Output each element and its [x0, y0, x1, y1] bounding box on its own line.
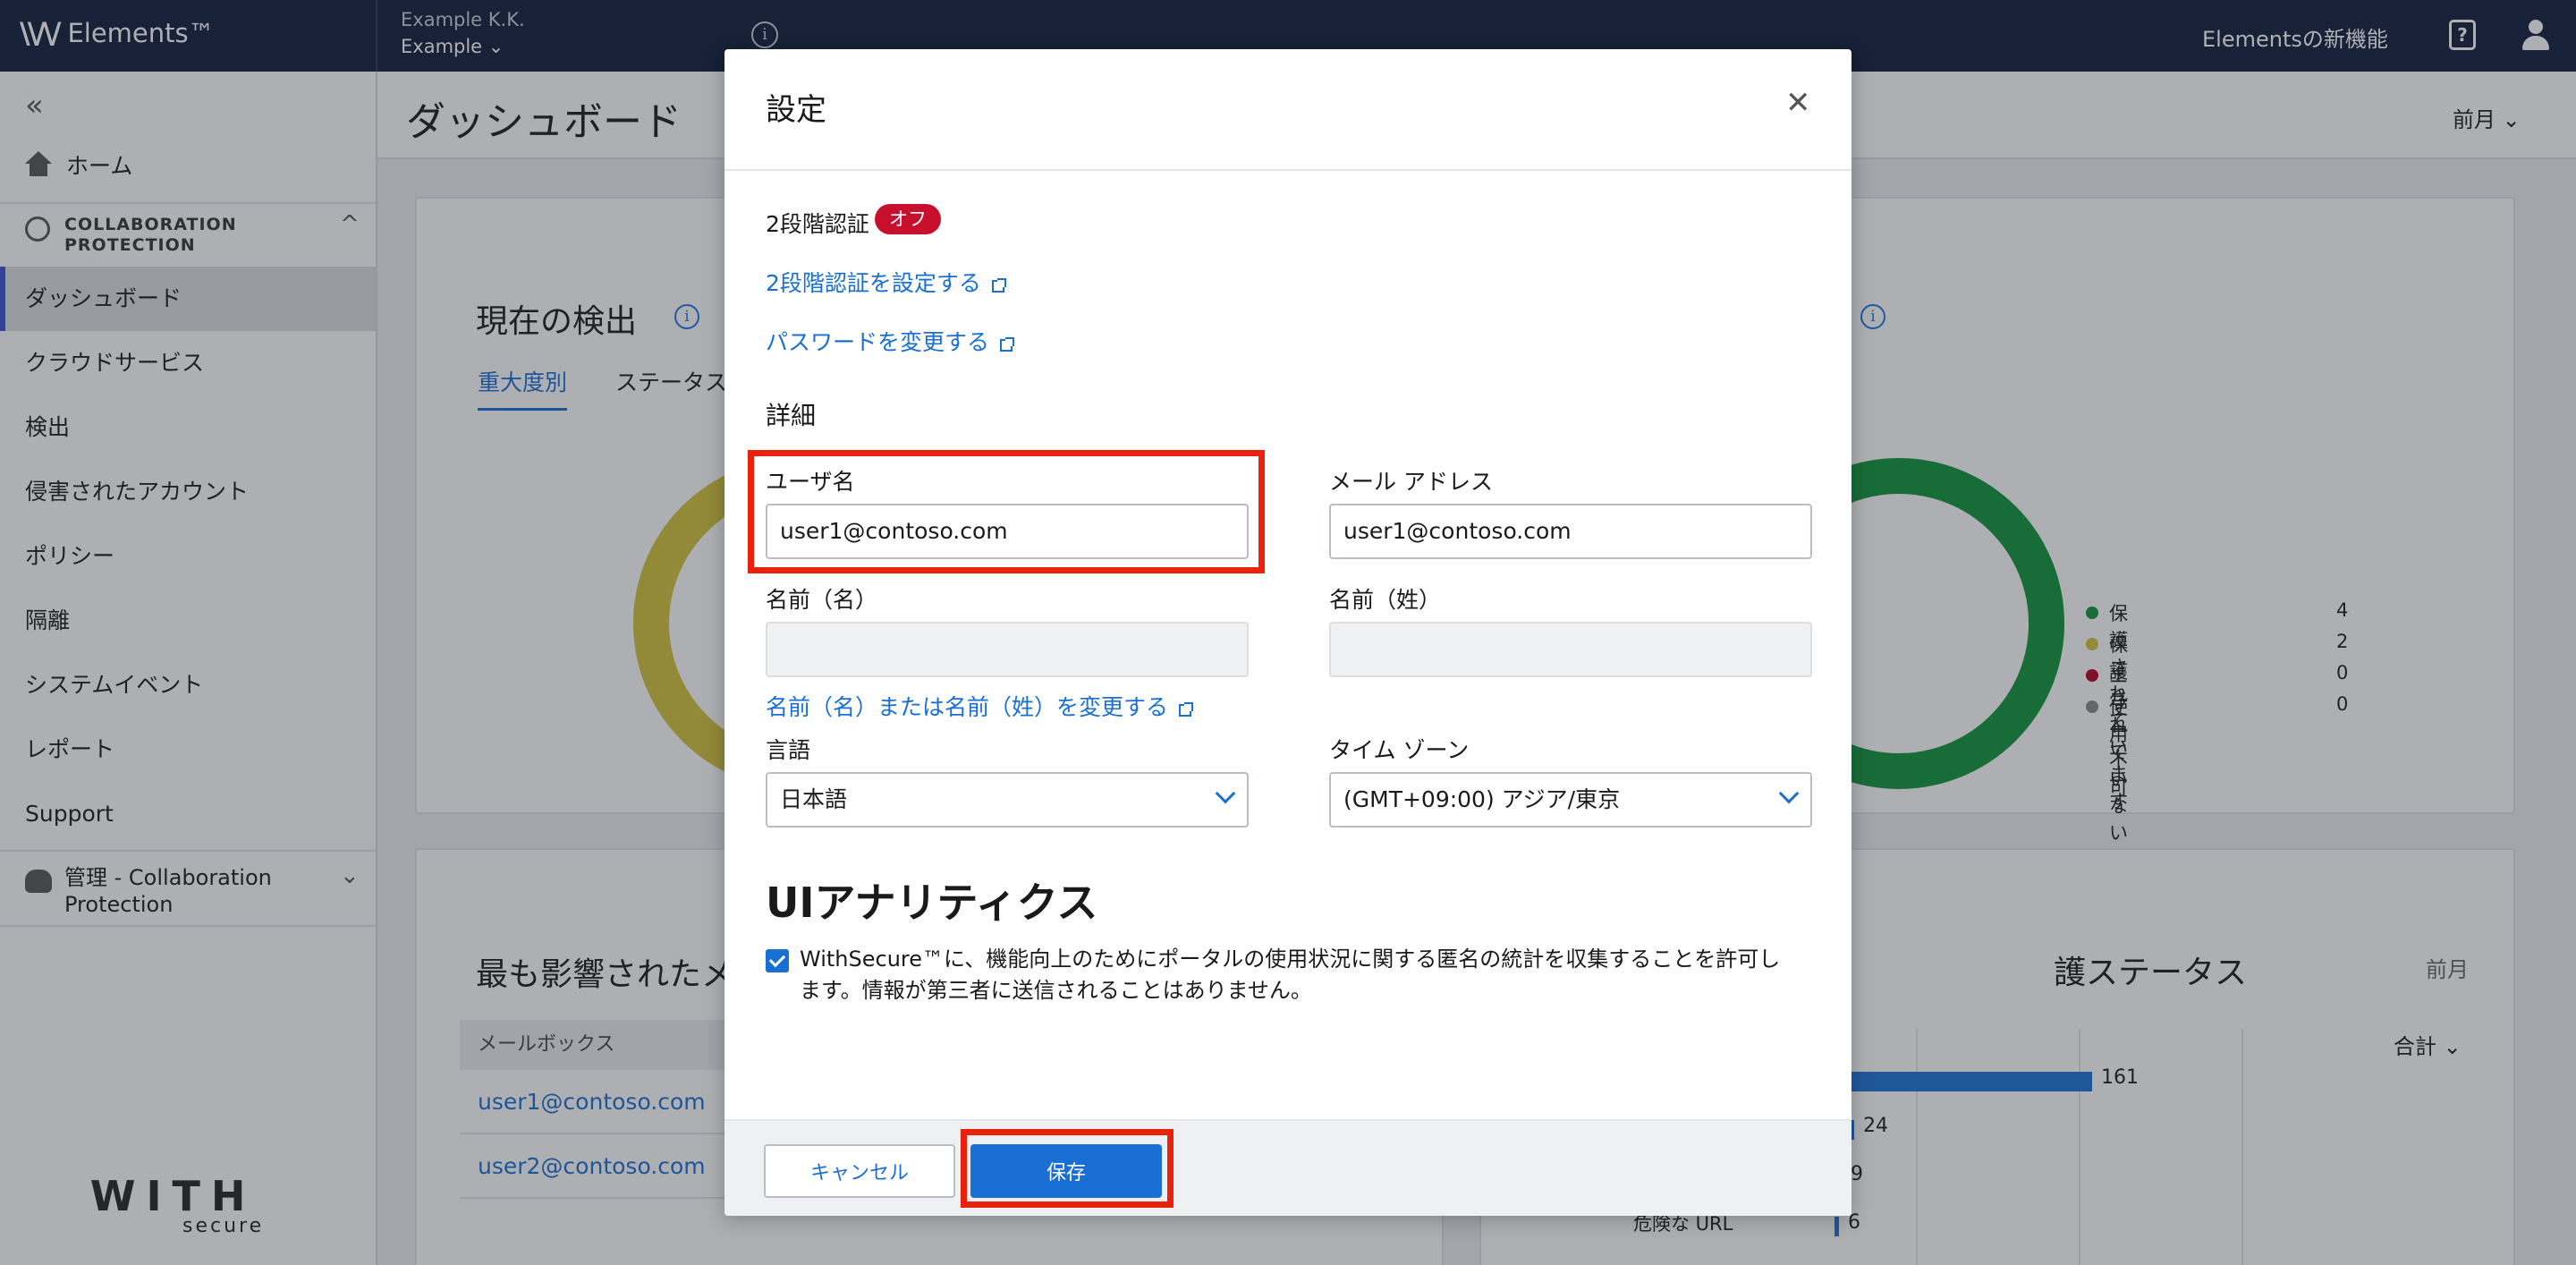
change-password-link[interactable]: パスワードを変更する	[766, 325, 1015, 357]
change-name-link[interactable]: 名前（名）または名前（姓）を変更する	[766, 690, 1194, 722]
link-label: パスワードを変更する	[766, 329, 990, 355]
external-link-icon	[1000, 337, 1015, 352]
cancel-button[interactable]: キャンセル	[764, 1144, 955, 1198]
username-highlight-box	[748, 450, 1265, 573]
setup-2fa-link[interactable]: 2段階認証を設定する	[766, 266, 1006, 298]
email-label: メール アドレス	[1329, 469, 1493, 495]
dialog-header: 設定 ✕	[724, 49, 1852, 171]
email-field[interactable]: user1@contoso.com	[1329, 504, 1812, 559]
language-label: 言語	[766, 737, 811, 763]
external-link-icon	[1179, 702, 1194, 717]
two-factor-label: 2段階認証	[766, 211, 869, 237]
last-name-field	[1329, 622, 1812, 677]
chevron-down-icon	[1778, 783, 1800, 804]
status-badge: オフ	[875, 204, 941, 234]
language-selected: 日本語	[780, 786, 848, 812]
external-link-icon	[991, 278, 1006, 293]
language-select[interactable]: 日本語	[766, 772, 1249, 828]
last-name-label: 名前（姓）	[1329, 587, 1442, 613]
settings-dialog: 設定 ✕ 2段階認証 オフ 2段階認証を設定する パスワードを変更する 詳細 ユ…	[724, 49, 1852, 1216]
first-name-field	[766, 622, 1249, 677]
timezone-selected: (GMT+09:00) アジア/東京	[1343, 786, 1621, 812]
link-label: 名前（名）または名前（姓）を変更する	[766, 694, 1169, 720]
dialog-footer: キャンセル 保存	[724, 1119, 1852, 1216]
link-label: 2段階認証を設定する	[766, 270, 981, 296]
details-section-title: 詳細	[766, 401, 817, 430]
ui-analytics-title: UIアナリティクス	[766, 879, 1098, 927]
save-highlight-box	[961, 1129, 1174, 1208]
dialog-title: 設定	[766, 92, 826, 128]
timezone-select[interactable]: (GMT+09:00) アジア/東京	[1329, 772, 1812, 828]
first-name-label: 名前（名）	[766, 587, 878, 613]
analytics-consent-text: WithSecure™に、機能向上のためにポータルの使用状況に関する匿名の統計を…	[800, 947, 1781, 1003]
close-icon[interactable]: ✕	[1785, 85, 1811, 121]
analytics-consent-checkbox[interactable]	[766, 949, 789, 972]
chevron-down-icon	[1215, 783, 1236, 804]
timezone-label: タイム ゾーン	[1329, 737, 1470, 763]
